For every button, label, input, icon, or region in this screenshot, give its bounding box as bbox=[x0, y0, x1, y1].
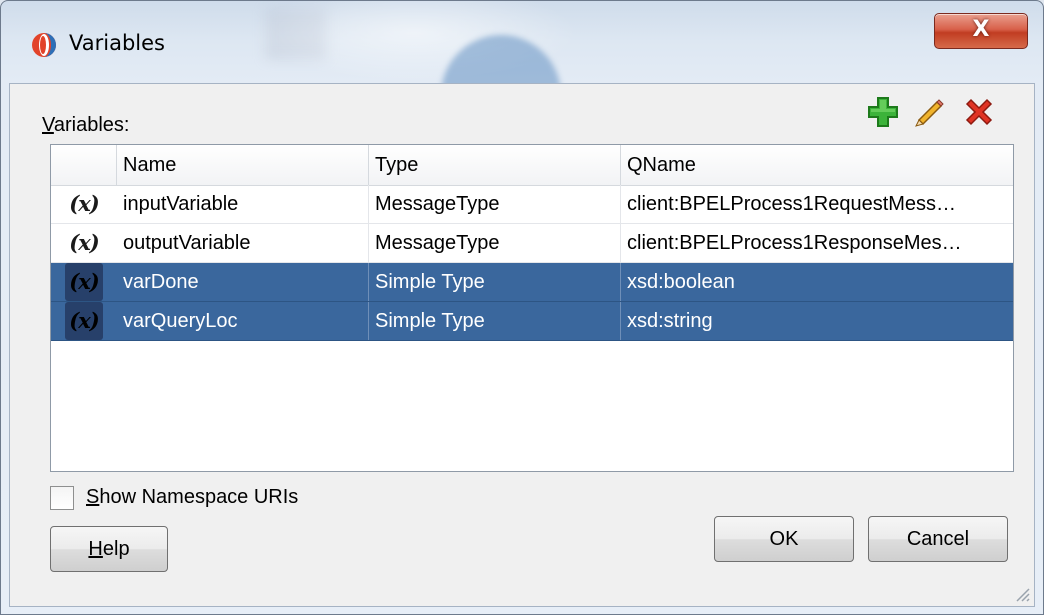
help-mnemonic: H bbox=[88, 538, 103, 560]
column-header-type[interactable]: Type bbox=[369, 145, 621, 185]
variable-name: inputVariable bbox=[117, 185, 369, 223]
delete-variable-button[interactable] bbox=[961, 94, 997, 130]
variable-icon: (x) bbox=[51, 185, 117, 223]
column-header-icon[interactable] bbox=[51, 145, 117, 185]
variable-type: Simple Type bbox=[369, 302, 621, 340]
variable-type: Simple Type bbox=[369, 263, 621, 301]
variables-label-text: ariables: bbox=[53, 114, 130, 136]
close-button[interactable]: X bbox=[934, 13, 1028, 49]
show-namespace-label[interactable]: Show Namespace URIs bbox=[86, 486, 298, 509]
variable-icon-glyph: (x) bbox=[69, 230, 99, 255]
close-icon: X bbox=[972, 17, 990, 42]
variable-name: varQueryLoc bbox=[117, 302, 369, 340]
variable-qname: client:BPELProcess1RequestMess… bbox=[627, 193, 957, 215]
variable-qname: xsd:boolean bbox=[627, 271, 735, 293]
table-row-selected[interactable]: (x) varDone Simple Type xsd:boolean bbox=[51, 263, 1013, 302]
table-row-selected[interactable]: (x) varQueryLoc Simple Type xsd:string bbox=[51, 302, 1013, 341]
variable-qname: client:BPELProcess1ResponseMes… bbox=[627, 232, 962, 254]
green-plus-icon bbox=[868, 97, 898, 127]
variables-table[interactable]: Name Type QName (x) inputVariable Messag… bbox=[50, 144, 1014, 472]
app-logo-icon bbox=[32, 33, 56, 57]
variables-label-mnemonic: V bbox=[42, 114, 54, 136]
variable-icon-glyph: (x) bbox=[69, 191, 99, 216]
table-row[interactable]: (x) inputVariable MessageType client:BPE… bbox=[51, 185, 1013, 224]
variable-type: MessageType bbox=[369, 224, 621, 262]
variable-name: varDone bbox=[117, 263, 369, 301]
window-title: Variables bbox=[69, 31, 165, 55]
variables-dialog: Variables X Variables: Name Type QName (… bbox=[0, 0, 1044, 615]
red-x-icon bbox=[965, 98, 993, 126]
variables-toolbar bbox=[865, 94, 1015, 130]
help-button[interactable]: Help bbox=[50, 526, 168, 572]
variable-icon-glyph: (x) bbox=[65, 302, 103, 340]
help-text: elp bbox=[102, 538, 130, 560]
variable-icon: (x) bbox=[51, 224, 117, 262]
column-header-qname[interactable]: QName bbox=[621, 145, 1013, 185]
table-row[interactable]: (x) outputVariable MessageType client:BP… bbox=[51, 224, 1013, 263]
variable-qname: xsd:string bbox=[627, 310, 713, 332]
ok-button[interactable]: OK bbox=[714, 516, 854, 562]
cancel-button[interactable]: Cancel bbox=[868, 516, 1008, 562]
variables-label: Variables: bbox=[42, 114, 129, 137]
variable-name: outputVariable bbox=[117, 224, 369, 262]
show-namespace-mnemonic: S bbox=[86, 486, 100, 508]
variable-icon: (x) bbox=[51, 263, 117, 301]
table-header: Name Type QName bbox=[51, 145, 1013, 186]
title-bar[interactable]: Variables X bbox=[1, 1, 1043, 95]
add-variable-button[interactable] bbox=[865, 94, 901, 130]
show-namespace-text: how Namespace URIs bbox=[99, 486, 299, 508]
show-namespace-checkbox[interactable] bbox=[50, 486, 74, 510]
resize-grip-icon[interactable] bbox=[1012, 584, 1030, 602]
column-header-name[interactable]: Name bbox=[117, 145, 369, 185]
pencil-icon bbox=[915, 99, 944, 127]
dialog-body: Variables: Name Type QName (x) inputVari… bbox=[9, 83, 1035, 607]
variable-type: MessageType bbox=[369, 185, 621, 223]
variable-icon: (x) bbox=[51, 302, 117, 340]
variable-icon-glyph: (x) bbox=[65, 263, 103, 301]
edit-variable-button[interactable] bbox=[911, 94, 947, 130]
